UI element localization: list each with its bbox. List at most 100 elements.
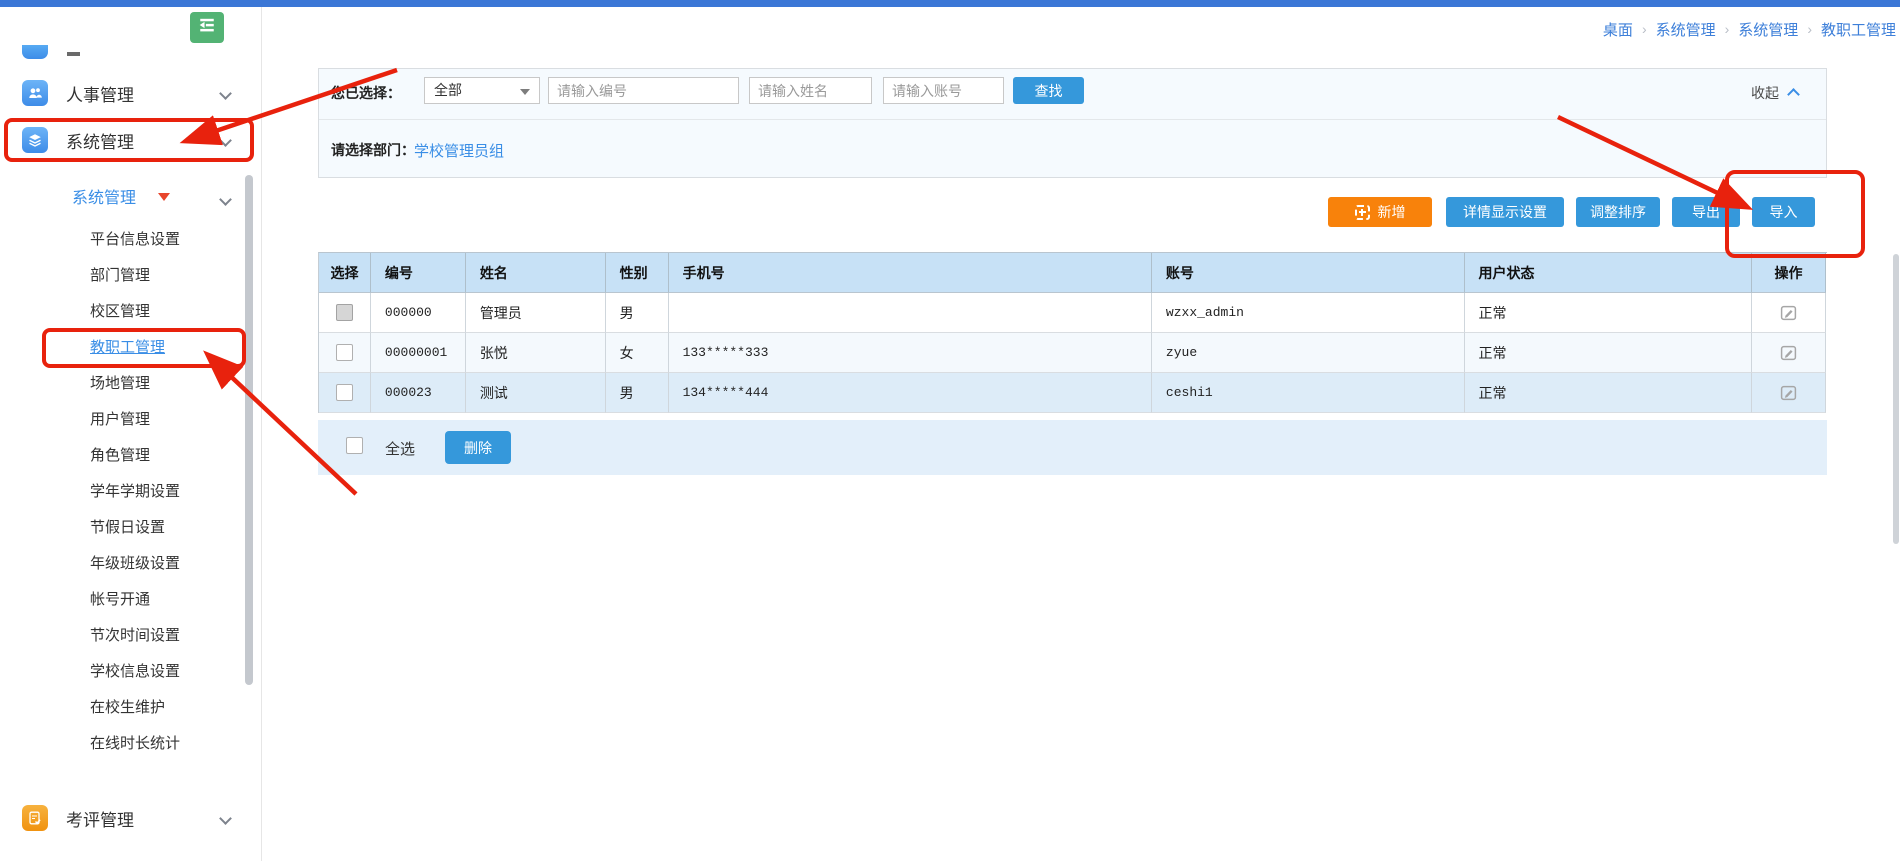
sidebar-item-grade-class[interactable]: 年级班级设置 (0, 546, 262, 582)
sidebar-item-label: 考评管理 (66, 806, 134, 831)
sidebar-item-label: 系统管理 (66, 128, 134, 153)
people-icon (22, 80, 48, 106)
plus-dashed-icon (1355, 205, 1370, 220)
search-button[interactable]: 查找 (1013, 77, 1084, 104)
add-button[interactable]: 新增 (1328, 197, 1432, 227)
sidebar-item-students-maintain[interactable]: 在校生维护 (0, 690, 262, 726)
table-row: 000000 管理员 男 wzxx_admin 正常 (319, 293, 1826, 333)
breadcrumb-system-management-2[interactable]: 系统管理 (1738, 19, 1798, 40)
filter-row: 您已选择： 全部 查找 收起 (319, 71, 1826, 111)
cell-account: ceshi1 (1152, 373, 1465, 413)
column-header-gender: 性别 (606, 253, 669, 293)
sidebar-item-evaluation-management[interactable]: 考评管理 (0, 800, 262, 836)
collapse-filter-toggle[interactable]: 收起 (1751, 83, 1798, 103)
sidebar-item-label: 人事管理 (66, 81, 134, 106)
sidebar-item-venue[interactable]: 场地管理 (0, 366, 262, 402)
cell-name: 测试 (466, 373, 606, 413)
sidebar-item-school-info[interactable]: 学校信息设置 (0, 654, 262, 690)
staff-id-input[interactable] (548, 77, 739, 104)
chevron-down-icon (219, 812, 232, 825)
breadcrumb-separator-icon: › (1642, 21, 1647, 37)
sidebar-item-role[interactable]: 角色管理 (0, 438, 262, 474)
breadcrumb-desktop[interactable]: 桌面 (1603, 19, 1633, 40)
sidebar-item-online-duration[interactable]: 在线时长统计 (0, 726, 262, 762)
chevron-up-icon (1787, 88, 1800, 101)
page-scrollbar[interactable] (1893, 254, 1899, 544)
breadcrumb-staff-management[interactable]: 教职工管理 (1821, 19, 1896, 40)
filter-dropdown[interactable]: 全部 (424, 77, 540, 104)
main-content: 桌面 › 系统管理 › 系统管理 › 教职工管理 您已选择： 全部 查找 收起 … (262, 7, 1900, 861)
table-footer-bar: 全选 删除 (318, 420, 1827, 475)
cell-name: 管理员 (466, 293, 606, 333)
sidebar-item-department[interactable]: 部门管理 (0, 258, 262, 294)
sidebar: 人事管理 系统管理 系统管理 平台信息设置 部门管理 校区管理 教职工管理 场地… (0, 7, 262, 861)
table-row: 00000001 张悦 女 133*****333 zyue 正常 (319, 333, 1826, 373)
department-link[interactable]: 学校管理员组 (414, 140, 504, 161)
cell-status: 正常 (1465, 333, 1753, 373)
collapse-label: 收起 (1751, 85, 1779, 101)
sidebar-item-hr-management[interactable]: 人事管理 (0, 75, 262, 111)
sidebar-item-platform-info[interactable]: 平台信息设置 (0, 222, 262, 258)
detail-display-settings-button[interactable]: 详情显示设置 (1446, 197, 1564, 227)
dropdown-value: 全部 (434, 82, 462, 98)
breadcrumb-system-management[interactable]: 系统管理 (1656, 19, 1716, 40)
column-header-status: 用户状态 (1465, 253, 1753, 293)
department-row: 请选择部门： 学校管理员组 (319, 120, 1826, 178)
sidebar-item-period-time[interactable]: 节次时间设置 (0, 618, 262, 654)
row-checkbox[interactable] (336, 384, 353, 401)
submenu-header-label: 系统管理 (72, 184, 136, 208)
selected-label: 您已选择： (331, 83, 401, 103)
cell-gender: 女 (606, 333, 669, 373)
chevron-down-icon (219, 87, 232, 100)
layers-icon (22, 127, 48, 153)
table-row: 000023 测试 男 134*****444 ceshi1 正常 (319, 373, 1826, 413)
red-caret-icon (158, 193, 170, 201)
chevron-down-icon (219, 193, 232, 206)
staff-name-input[interactable] (749, 77, 872, 104)
cell-id: 00000001 (371, 333, 466, 373)
column-header-actions: 操作 (1752, 253, 1826, 293)
edit-icon[interactable] (1780, 304, 1797, 321)
sidebar-item-user[interactable]: 用户管理 (0, 402, 262, 438)
cell-phone: 133*****333 (669, 333, 1152, 373)
sidebar-item-school-year[interactable]: 学年学期设置 (0, 474, 262, 510)
sidebar-item-campus[interactable]: 校区管理 (0, 294, 262, 330)
edit-icon[interactable] (1780, 384, 1797, 401)
column-header-account: 账号 (1152, 253, 1465, 293)
cell-status: 正常 (1465, 373, 1753, 413)
import-button[interactable]: 导入 (1752, 197, 1815, 227)
select-all-checkbox[interactable] (346, 437, 363, 454)
sidebar-item-staff-management[interactable]: 教职工管理 (0, 330, 262, 366)
sidebar-scrollbar[interactable] (245, 175, 253, 685)
cell-id: 000000 (371, 293, 466, 333)
export-button[interactable]: 导出 (1672, 197, 1740, 227)
cell-name: 张悦 (466, 333, 606, 373)
department-label: 请选择部门： (331, 140, 415, 160)
sidebar-item-account-open[interactable]: 帐号开通 (0, 582, 262, 618)
delete-button[interactable]: 删除 (445, 431, 511, 464)
select-all-label: 全选 (385, 438, 415, 459)
chevron-down-icon (219, 134, 232, 147)
cell-phone: 134*****444 (669, 373, 1152, 413)
clipboard-check-icon (22, 805, 48, 831)
edit-icon[interactable] (1780, 344, 1797, 361)
row-checkbox[interactable] (336, 304, 353, 321)
cell-account: wzxx_admin (1152, 293, 1465, 333)
collapse-sidebar-button[interactable] (190, 12, 224, 43)
adjust-order-button[interactable]: 调整排序 (1576, 197, 1660, 227)
breadcrumb-separator-icon: › (1807, 21, 1812, 37)
sidebar-item-holiday[interactable]: 节假日设置 (0, 510, 262, 546)
table-header-row: 选择 编号 姓名 性别 手机号 账号 用户状态 操作 (319, 253, 1826, 293)
row-checkbox[interactable] (336, 344, 353, 361)
collapse-menu-icon (198, 16, 216, 39)
account-input[interactable] (883, 77, 1004, 104)
column-header-phone: 手机号 (669, 253, 1152, 293)
staff-table: 选择 编号 姓名 性别 手机号 账号 用户状态 操作 000000 管理员 男 … (318, 252, 1827, 413)
sidebar-item-system-management[interactable]: 系统管理 (0, 122, 262, 158)
submenu-header-system-management[interactable]: 系统管理 (0, 182, 262, 210)
column-header-select: 选择 (319, 253, 371, 293)
top-strip (0, 0, 1900, 7)
breadcrumb: 桌面 › 系统管理 › 系统管理 › 教职工管理 (1603, 17, 1896, 41)
cell-id: 000023 (371, 373, 466, 413)
sidebar-item-partial[interactable] (22, 45, 48, 59)
